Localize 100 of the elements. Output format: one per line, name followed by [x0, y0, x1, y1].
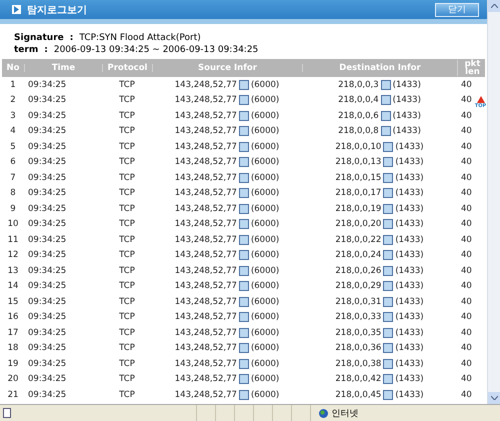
table-cell: (1433) — [395, 250, 424, 260]
table-cell: (1433) — [395, 296, 424, 307]
table-cell-text: 3 — [9, 110, 17, 121]
table-cell: 143,248,52,77 — [174, 343, 237, 354]
table-cell: 40 — [461, 390, 472, 400]
table-cell-text: TCP — [118, 80, 136, 90]
table-cell-text: 17 — [6, 328, 20, 338]
table-cell: 40 — [461, 142, 472, 152]
table-cell-text: 09:34:25 — [27, 234, 68, 245]
zone-label: 인터넷 — [310, 405, 500, 421]
scrollbar[interactable] — [487, 0, 500, 404]
table-cell: 40 — [461, 172, 472, 183]
table-cell-text: 09:34:25 — [27, 80, 68, 90]
table-cell: 143,248,52,77 — [174, 250, 237, 260]
table-cell: 143,248,52,77 — [174, 281, 237, 292]
table-cell-text: TCP — [118, 95, 136, 106]
table-cell: (6000) — [250, 188, 280, 198]
table-cell-text: 09:34:25 — [27, 172, 68, 183]
table-cell-text: TCP — [118, 328, 136, 338]
column-header: No — [6, 64, 20, 72]
table-cell-text: 11 — [6, 234, 20, 245]
table-cell: (1433) — [395, 312, 424, 322]
table-cell-text: 09:34:25 — [27, 95, 68, 106]
table-cell: 40 — [461, 80, 472, 90]
table-cell: 40 — [461, 374, 472, 384]
colon: : — [44, 45, 48, 55]
table-cell-text: 15 — [6, 296, 20, 307]
table-cell: 218,0,0,17 — [335, 188, 382, 198]
table-cell-text: 09:34:25 — [27, 110, 68, 121]
table-cell-text: TCP — [118, 343, 136, 354]
table-cell: (6000) — [250, 219, 280, 230]
table-cell: (6000) — [250, 80, 280, 90]
info-label: Signature — [14, 33, 64, 43]
arrow-up-icon — [476, 96, 484, 103]
table-cell-text: TCP — [118, 250, 136, 260]
table-cell-text: 1 — [9, 80, 17, 90]
close-button[interactable]: 닫기 — [435, 2, 479, 16]
table-cell: 143,248,52,77 — [174, 204, 237, 214]
table-cell-text: TCP — [118, 234, 136, 245]
table-cell: 40 — [461, 281, 472, 292]
table-cell: 218,0,0,13 — [335, 157, 382, 168]
table-cell-text: TCP — [118, 296, 136, 307]
table-cell: 143,248,52,77 — [174, 390, 237, 400]
table-cell: (1433) — [392, 95, 421, 106]
scroll-down-icon[interactable] — [488, 392, 500, 404]
table-cell: 218,0,0,4 — [338, 95, 379, 106]
table-cell-text: TCP — [118, 142, 136, 152]
table-cell: 143,248,52,77 — [174, 312, 237, 322]
table-cell: (6000) — [250, 266, 280, 276]
table-cell: 143,248,52,77 — [174, 142, 237, 152]
table-cell: 218,0,0,33 — [335, 312, 382, 322]
table-cell: 143,248,52,77 — [174, 95, 237, 106]
table-cell-text: TCP — [118, 281, 136, 292]
table-cell: 143,248,52,77 — [174, 157, 237, 168]
table-cell-text: 09:34:25 — [27, 281, 68, 292]
table-cell: (1433) — [395, 328, 424, 338]
table-cell: (1433) — [395, 390, 424, 400]
table-cell: 143,248,52,77 — [174, 188, 237, 198]
table-cell-text: 09:34:25 — [27, 374, 68, 384]
table-cell: 218,0,0,8 — [338, 126, 379, 136]
table-cell: 218,0,0,3 — [338, 80, 379, 90]
table-cell: 218,0,0,15 — [335, 172, 382, 183]
table-cell: (1433) — [395, 188, 424, 198]
table-cell-text: TCP — [118, 390, 136, 400]
table-cell: 40 — [461, 110, 472, 121]
table-cell: 40 — [461, 126, 472, 136]
column-header: Source Infor — [152, 64, 302, 72]
table-cell: 143,248,52,77 — [174, 328, 237, 338]
globe-icon — [318, 408, 328, 418]
table-cell-text: 5 — [9, 142, 17, 152]
table-cell: 218,0,0,22 — [335, 234, 382, 245]
table-cell: (6000) — [250, 110, 280, 121]
table-cell-text: 09:34:25 — [27, 390, 68, 400]
table-cell-text: 09:34:25 — [27, 328, 68, 338]
column-header: Destination Infor — [302, 64, 457, 72]
table-cell: 218,0,0,6 — [338, 110, 379, 121]
table-cell: (1433) — [395, 219, 424, 230]
table-cell: 218,0,0,42 — [335, 374, 382, 384]
table-cell: (6000) — [250, 328, 280, 338]
table-cell: (6000) — [250, 234, 280, 245]
colon: : — [70, 33, 74, 43]
table-cell-text: 18 — [6, 343, 20, 354]
table-cell-text: TCP — [118, 374, 136, 384]
table-cell-text: TCP — [118, 266, 136, 276]
scroll-up-icon[interactable] — [488, 0, 500, 12]
table-cell-text: TCP — [118, 312, 136, 322]
table-cell: 143,248,52,77 — [174, 296, 237, 307]
table-cell: 143,248,52,77 — [174, 110, 237, 121]
table-cell: 218,0,0,31 — [335, 296, 382, 307]
table-cell: 143,248,52,77 — [174, 219, 237, 230]
table-cell: 218,0,0,24 — [335, 250, 382, 260]
table-cell: 40 — [461, 95, 472, 106]
table-cell: (1433) — [395, 266, 424, 276]
table-cell: 143,248,52,77 — [174, 266, 237, 276]
table-cell-text: TCP — [118, 172, 136, 183]
column-header: Time — [24, 64, 102, 72]
table-cell: 40 — [461, 312, 472, 322]
table-cell-text: 09:34:25 — [27, 343, 68, 354]
table-cell: 40 — [461, 296, 472, 307]
table-cell-text: TCP — [118, 358, 136, 369]
